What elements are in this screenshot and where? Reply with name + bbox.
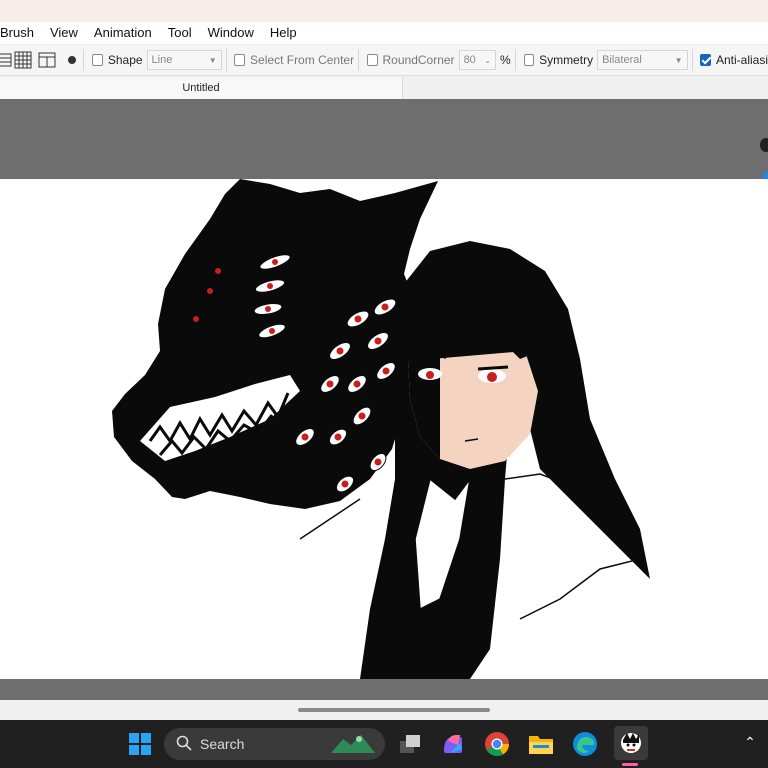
toolbar-separator [83, 49, 85, 71]
menu-bar: Brush View Animation Tool Window Help [0, 22, 768, 44]
edge-icon[interactable] [571, 730, 599, 758]
antialias-checkbox[interactable] [700, 54, 711, 66]
chevron-down-icon: ▼ [674, 55, 683, 65]
drawing-canvas[interactable] [0, 179, 768, 679]
menu-window[interactable]: Window [200, 22, 262, 44]
search-icon [176, 735, 192, 754]
horizontal-scrollbar-thumb[interactable] [298, 708, 490, 712]
symmetry-checkbox[interactable] [523, 54, 535, 66]
menu-animation[interactable]: Animation [86, 22, 160, 44]
perspective-icon[interactable] [38, 51, 56, 69]
active-app-indicator [622, 763, 638, 766]
shape-checkbox[interactable] [92, 54, 103, 66]
tab-untitled[interactable]: Untitled [0, 77, 403, 99]
menu-view[interactable]: View [42, 22, 86, 44]
tool-options-bar: Shape Line ▼ Select From Center RoundCor… [0, 45, 768, 76]
toolbar-separator [358, 49, 359, 71]
roundcorner-checkbox[interactable] [366, 54, 378, 66]
toolbar-separator [691, 49, 693, 71]
roundcorner-label: RoundCorner [382, 53, 455, 67]
shape-dropdown[interactable]: Line ▼ [146, 50, 222, 70]
grid-dense-icon[interactable] [14, 51, 32, 69]
window-title-bar [0, 0, 768, 22]
symmetry-label: Symmetry [539, 53, 594, 67]
percent-label: % [499, 53, 511, 67]
copilot-icon[interactable] [439, 730, 467, 758]
select-from-center-label: Select From Center [250, 53, 355, 67]
horizontal-scrollbar-track [0, 700, 768, 720]
antialias-label: Anti-aliasi [715, 53, 768, 67]
menu-help[interactable]: Help [262, 22, 305, 44]
grid-icon[interactable] [0, 51, 12, 69]
select-from-center-checkbox[interactable] [234, 54, 246, 66]
taskbar-search-box[interactable]: Search [164, 728, 385, 760]
roundcorner-stepper[interactable]: 80 ⌄ [458, 50, 496, 70]
symmetry-dropdown[interactable]: Bilateral ▼ [597, 50, 688, 70]
search-highlight-icon [329, 731, 377, 758]
task-view-icon[interactable] [396, 730, 424, 758]
toolbar-separator [514, 49, 516, 71]
shape-label: Shape [107, 53, 143, 67]
symmetry-dropdown-value: Bilateral [602, 54, 642, 66]
document-tab-row: Untitled [0, 77, 768, 99]
roundcorner-value: 80 [463, 54, 476, 66]
chevron-down-icon: ▼ [208, 55, 217, 65]
windows-taskbar: Search ⌃ [0, 720, 768, 768]
windows-start-icon[interactable] [128, 732, 152, 756]
medibang-icon[interactable] [614, 726, 648, 760]
artwork-illustration [112, 179, 650, 679]
search-placeholder: Search [200, 736, 245, 752]
shape-dropdown-value: Line [151, 54, 173, 66]
menu-brush[interactable]: Brush [0, 22, 42, 44]
panel-handle-icon[interactable] [760, 138, 768, 152]
toolbar-separator [225, 49, 227, 71]
file-explorer-icon[interactable] [527, 730, 555, 758]
chrome-icon[interactable] [483, 730, 511, 758]
menu-tool[interactable]: Tool [160, 22, 200, 44]
chevron-up-icon[interactable]: ⌃ [740, 734, 760, 754]
dot-icon[interactable] [64, 51, 79, 69]
chevron-down-icon: ⌄ [484, 55, 491, 65]
